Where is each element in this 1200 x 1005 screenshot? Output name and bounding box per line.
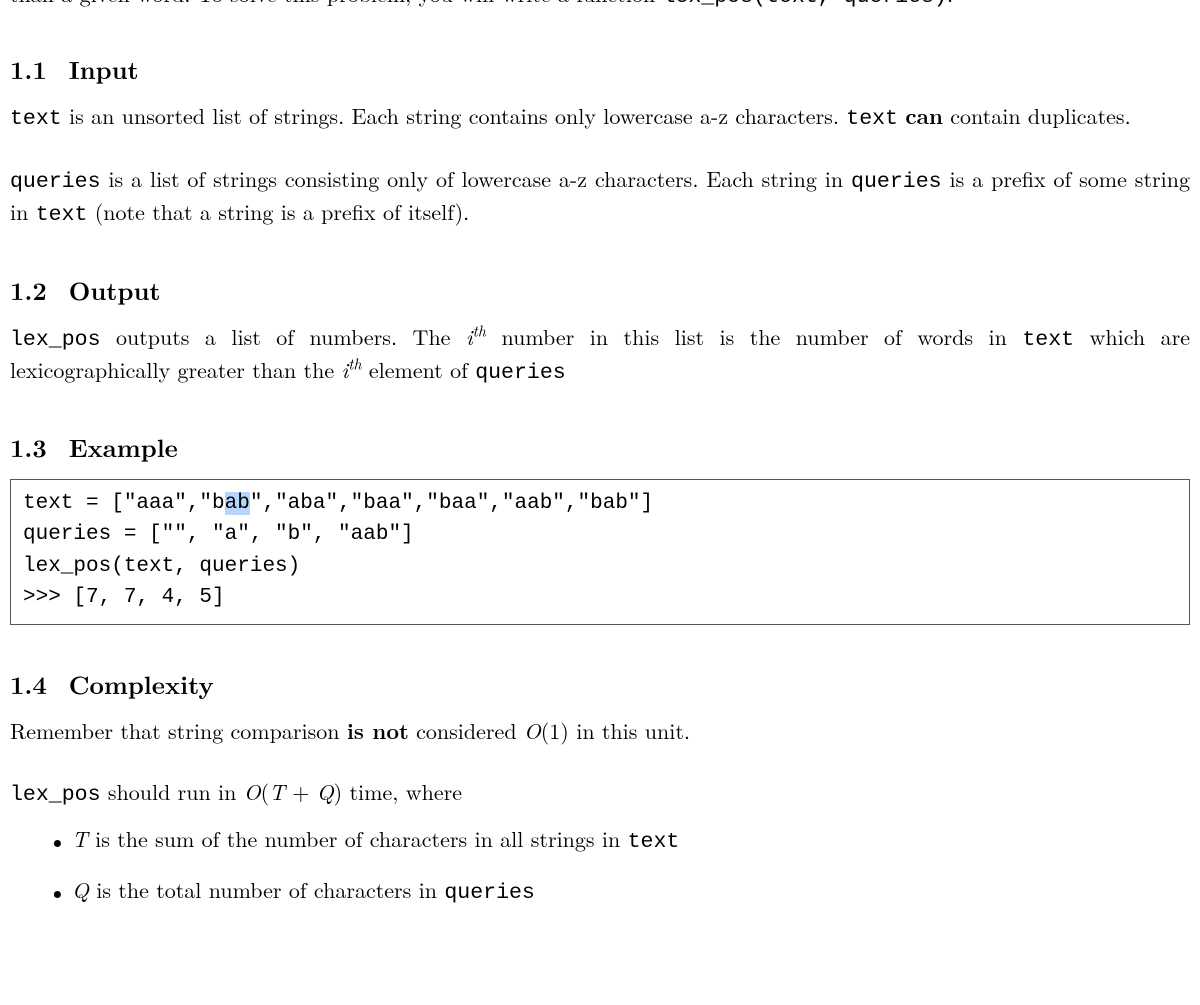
- section-number: 1.4: [10, 667, 47, 702]
- input-paragraph-2: queries is a list of strings consisting …: [10, 164, 1190, 230]
- math-bigO: O: [524, 715, 541, 746]
- bold-isnot: is not: [347, 715, 409, 746]
- partial-top-line: than a given word. To solve this problem…: [10, 0, 1190, 10]
- list-item: Q is the total number of characters in q…: [48, 875, 1190, 908]
- complexity-bullet-list: T is the sum of the number of characters…: [48, 824, 1190, 908]
- math-T: T: [269, 776, 285, 807]
- code-line-1b: ","aba","baa","baa","aab","bab"]: [250, 492, 653, 515]
- paren-close: ): [334, 776, 343, 807]
- code-text: text: [846, 107, 898, 131]
- code-text: text: [1022, 328, 1074, 352]
- partial-top-code: lex_pos(text, queries): [663, 0, 947, 9]
- output-paragraph: lex_pos outputs a list of numbers. The i…: [10, 322, 1190, 388]
- code-line-4: >>> [7, 7, 4, 5]: [23, 586, 225, 609]
- section-title: Example: [69, 430, 178, 465]
- math-arg: (1): [541, 715, 569, 746]
- highlighted-text: ab: [225, 492, 250, 515]
- list-item: T is the sum of the number of characters…: [48, 824, 1190, 857]
- code-queries: queries: [475, 361, 566, 385]
- example-code-block: text = ["aaa","bab","aba","baa","baa","a…: [10, 479, 1190, 625]
- math-th: th: [473, 318, 486, 341]
- code-queries: queries: [10, 170, 101, 194]
- code-line-1a: text = ["aaa","b: [23, 492, 225, 515]
- section-heading-example: 1.3 Example: [10, 430, 1190, 465]
- code-text: text: [628, 830, 680, 854]
- bold-can: can: [905, 100, 943, 131]
- code-lexpos: lex_pos: [10, 328, 101, 352]
- code-text: text: [10, 107, 62, 131]
- section-number: 1.2: [10, 273, 47, 308]
- math-T: T: [72, 823, 88, 854]
- code-text: text: [36, 203, 88, 227]
- section-heading-input: 1.1 Input: [10, 52, 1190, 87]
- partial-top-post: .: [947, 0, 953, 9]
- section-number: 1.1: [10, 52, 47, 87]
- math-Q: Q: [317, 776, 334, 807]
- paren-open: (: [261, 776, 270, 807]
- section-title: Complexity: [69, 667, 214, 702]
- math-i: i: [466, 321, 473, 352]
- partial-top-pre: than a given word. To solve this problem…: [10, 0, 663, 9]
- code-lexpos: lex_pos: [10, 783, 101, 807]
- section-heading-output: 1.2 Output: [10, 273, 1190, 308]
- math-Q: Q: [72, 874, 89, 905]
- section-heading-complexity: 1.4 Complexity: [10, 667, 1190, 702]
- section-number: 1.3: [10, 430, 47, 465]
- code-queries: queries: [851, 170, 942, 194]
- section-title: Input: [69, 52, 139, 87]
- code-line-3: lex_pos(text, queries): [23, 555, 300, 578]
- code-queries: queries: [444, 881, 535, 905]
- math-bigO: O: [244, 776, 261, 807]
- complexity-paragraph-1: Remember that string comparison is not c…: [10, 716, 1190, 747]
- code-line-2: queries = ["", "a", "b", "aab"]: [23, 523, 414, 546]
- input-paragraph-1: text is an unsorted list of strings. Eac…: [10, 101, 1190, 134]
- complexity-paragraph-2: lex_pos should run in O(T + Q) time, whe…: [10, 777, 1190, 810]
- math-plus: +: [285, 776, 317, 807]
- section-title: Output: [69, 273, 161, 308]
- math-th: th: [348, 351, 361, 374]
